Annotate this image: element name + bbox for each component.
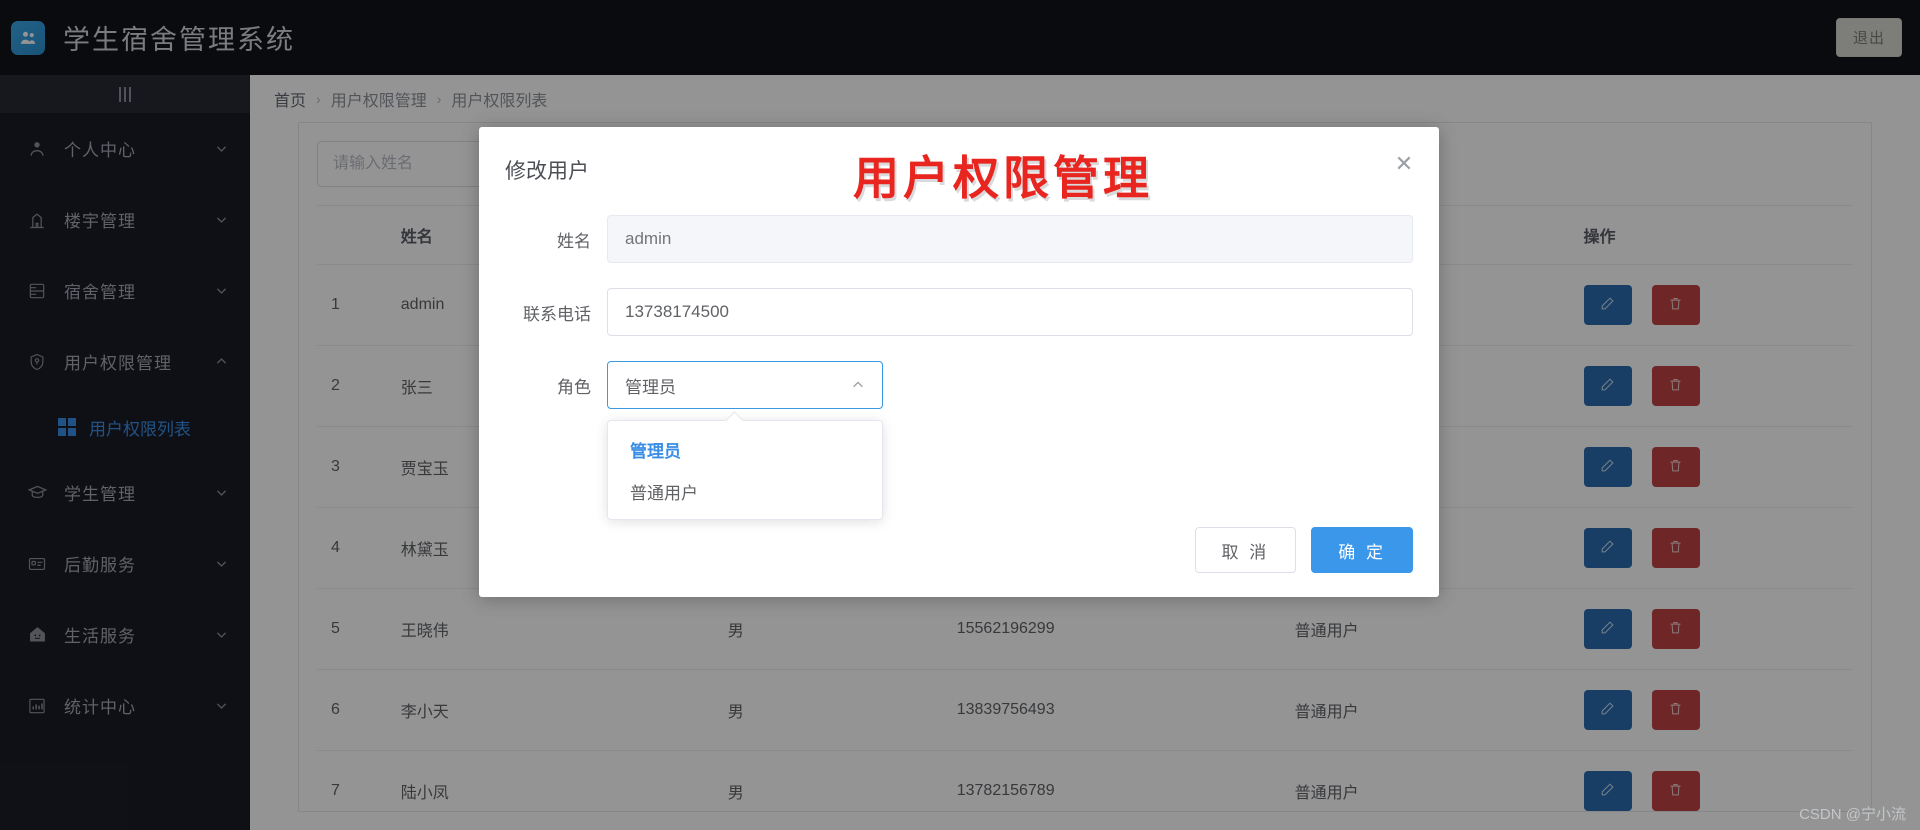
form-row-role: 角色 管理员 管理员 普通用户 bbox=[479, 361, 1439, 520]
role-select-value: 管理员 bbox=[625, 377, 676, 397]
edit-user-modal: 修改用户 用户权限管理 ✕ 姓名 联系电话 角色 管理员 bbox=[479, 127, 1439, 597]
role-field-label: 角色 bbox=[557, 377, 591, 397]
cancel-button[interactable]: 取 消 bbox=[1194, 527, 1297, 573]
form-row-name: 姓名 bbox=[479, 215, 1439, 263]
modal-body: 姓名 联系电话 角色 管理员 管理员 bbox=[479, 215, 1439, 520]
modal-footer: 取 消 确 定 bbox=[1194, 527, 1413, 573]
phone-field[interactable] bbox=[607, 288, 1413, 336]
role-option-normal-user[interactable]: 普通用户 bbox=[608, 470, 882, 512]
watermark: CSDN @宁小流 bbox=[1799, 806, 1906, 823]
role-select-wrapper: 管理员 管理员 普通用户 bbox=[607, 361, 883, 520]
role-option-admin[interactable]: 管理员 bbox=[608, 428, 882, 470]
modal-subtitle: 修改用户 bbox=[505, 160, 589, 183]
modal-title: 用户权限管理 bbox=[853, 153, 1153, 204]
role-select-dropdown: 管理员 普通用户 bbox=[607, 420, 883, 520]
form-row-phone: 联系电话 bbox=[479, 288, 1439, 336]
confirm-button[interactable]: 确 定 bbox=[1311, 527, 1413, 573]
close-icon[interactable]: ✕ bbox=[1391, 153, 1417, 179]
name-field-label: 姓名 bbox=[557, 231, 591, 251]
app-root: 学生宿舍管理系统 退出 个人中心 楼宇管理 宿舍管理 用户权限管理 用户权限列表… bbox=[0, 0, 1920, 830]
phone-field-label: 联系电话 bbox=[523, 304, 591, 324]
role-select[interactable]: 管理员 bbox=[607, 361, 883, 409]
name-field bbox=[607, 215, 1413, 263]
modal-header: 修改用户 用户权限管理 ✕ bbox=[479, 127, 1439, 215]
chevron-up-icon bbox=[851, 378, 865, 392]
